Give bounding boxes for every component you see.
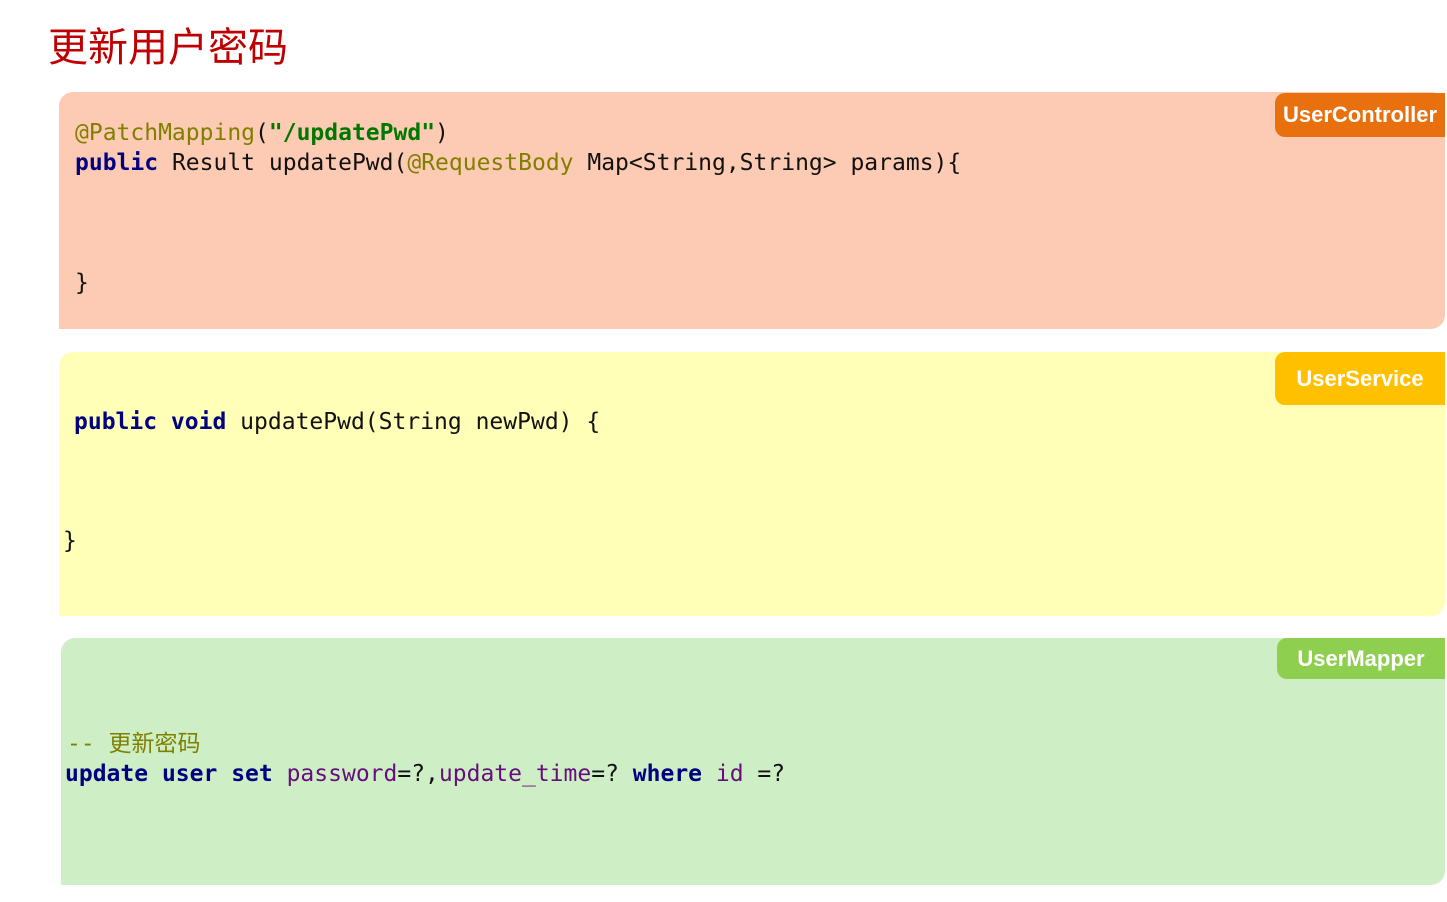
paren-close: ): [435, 120, 449, 146]
user-service-panel: UserService public void updatePwd(String…: [59, 352, 1445, 616]
service-signature-line: public void updatePwd(String newPwd) {: [74, 407, 600, 437]
public-keyword: public: [75, 150, 159, 176]
sql-update-keyword: update: [65, 761, 149, 787]
controller-signature-line: public Result updatePwd(@RequestBody Map…: [75, 148, 961, 178]
paren-open: (: [255, 120, 269, 146]
sql-update-time-column: update_time: [438, 761, 592, 787]
sql-password-column: password: [272, 761, 398, 787]
sql-id-column: id: [702, 761, 744, 787]
user-controller-panel: UserController @PatchMapping("/updatePwd…: [59, 92, 1445, 329]
user-mapper-tag: UserMapper: [1277, 638, 1445, 679]
sql-set-keyword: set: [217, 761, 273, 787]
user-mapper-panel: UserMapper -- 更新密码 update user set passw…: [61, 638, 1445, 885]
page-title: 更新用户密码: [48, 25, 288, 71]
sql-operator-3: =?: [743, 761, 786, 787]
sql-operator-1: =?,: [397, 761, 439, 787]
user-service-tag: UserService: [1275, 352, 1445, 405]
sql-table-name: user: [148, 761, 218, 787]
path-string: "/updatePwd": [268, 120, 436, 146]
patch-mapping-annotation: @PatchMapping: [75, 120, 256, 146]
service-closing-brace: }: [63, 528, 77, 554]
sql-comment: -- 更新密码: [67, 731, 201, 757]
sql-where-keyword: where: [618, 761, 703, 787]
controller-annotation-line: @PatchMapping("/updatePwd"): [75, 118, 449, 148]
controller-closing-brace: }: [75, 270, 89, 296]
public-void-keyword: public void: [74, 409, 227, 435]
user-controller-tag: UserController: [1275, 93, 1445, 137]
service-method-signature: updatePwd(String newPwd) {: [226, 409, 601, 435]
method-signature: Result updatePwd(: [158, 150, 408, 176]
sql-update-statement: update user set password=?,update_time=?…: [65, 759, 785, 789]
params-declaration: Map<String,String> params){: [573, 150, 962, 176]
sql-operator-2: =?: [591, 761, 619, 787]
request-body-annotation: @RequestBody: [407, 150, 574, 176]
